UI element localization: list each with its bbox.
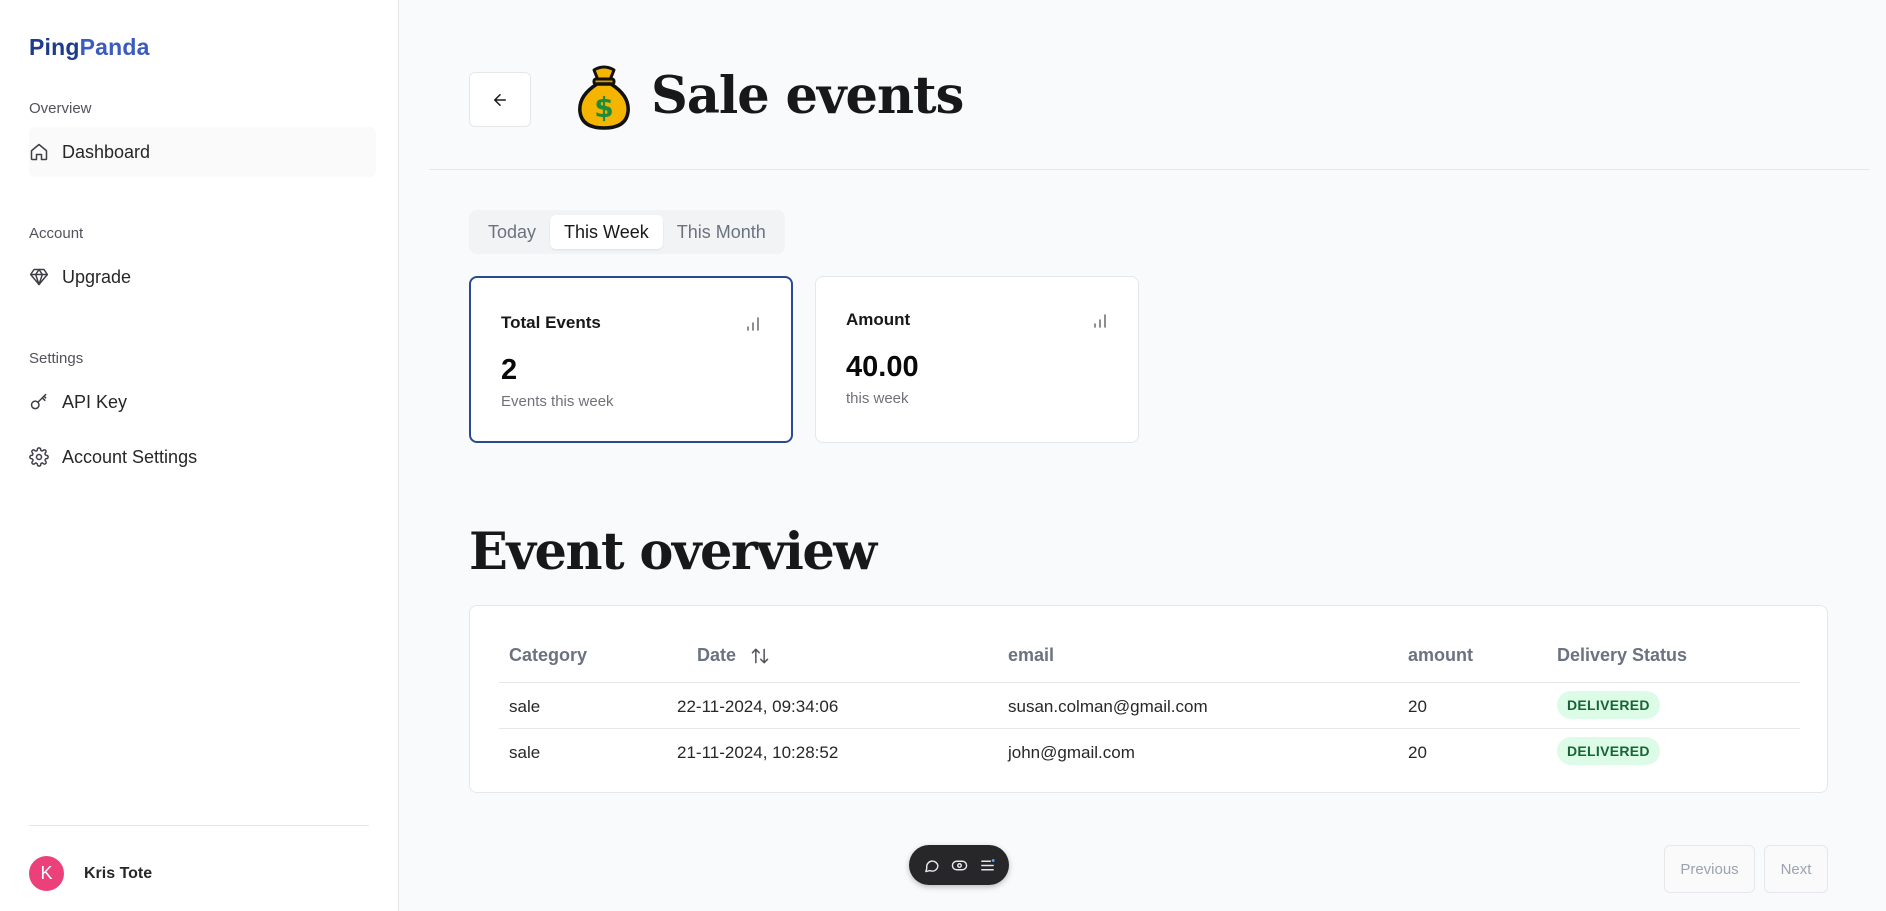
brand-name-second: Panda — [79, 34, 150, 60]
column-header-category[interactable]: Category — [509, 645, 587, 666]
cell-date: 22-11-2024, 09:34:06 — [677, 697, 839, 716]
card-title: Total Events — [501, 313, 601, 332]
floating-toolbar — [909, 845, 1009, 885]
sidebar-item-label: Upgrade — [62, 266, 132, 287]
nav-section-overview: Overview — [29, 100, 92, 117]
header-divider — [429, 169, 1869, 170]
sidebar-item-dashboard[interactable]: Dashboard — [29, 127, 376, 177]
tab-this-week[interactable]: This Week — [550, 215, 663, 249]
time-range-tabs: Today This Week This Month — [469, 210, 785, 254]
cell-date: 21-11-2024, 10:28:52 — [677, 743, 839, 762]
cell-category: sale — [509, 697, 541, 716]
brand-name-first: Ping — [29, 34, 80, 60]
eye-icon[interactable] — [950, 856, 968, 874]
gem-icon — [29, 267, 49, 287]
tab-this-month[interactable]: This Month — [663, 215, 780, 249]
money-bag-icon: $ — [578, 65, 630, 130]
column-header-date[interactable]: Date — [697, 645, 770, 666]
card-value: 2 — [501, 354, 518, 386]
bar-chart-icon — [1094, 314, 1106, 328]
card-subtitle: Events this week — [501, 393, 614, 410]
cell-email: john@gmail.com — [1008, 743, 1135, 762]
user-name: Kris Tote — [84, 864, 153, 882]
sidebar-item-account-settings[interactable]: Account Settings — [29, 432, 376, 482]
cell-amount: 20 — [1408, 697, 1427, 716]
sidebar-item-upgrade[interactable]: Upgrade — [29, 252, 376, 302]
back-button[interactable] — [469, 72, 531, 127]
key-icon — [29, 392, 49, 412]
amount-card[interactable]: Amount 40.00 this week — [815, 276, 1139, 443]
nav-section-account: Account — [29, 225, 84, 242]
avatar: K — [29, 856, 64, 891]
nav-section-settings: Settings — [29, 350, 84, 367]
column-header-amount[interactable]: amount — [1408, 645, 1473, 666]
menu-icon[interactable] — [978, 856, 996, 874]
section-title: Event overview — [469, 522, 877, 582]
sidebar: PingPanda Overview Dashboard Account Upg… — [0, 0, 399, 911]
row-divider — [499, 682, 1800, 683]
card-value: 40.00 — [846, 351, 919, 383]
user-profile[interactable]: K Kris Tote — [29, 856, 152, 891]
tab-today[interactable]: Today — [474, 215, 550, 249]
cell-category: sale — [509, 743, 541, 762]
arrow-left-icon — [494, 93, 506, 106]
next-button[interactable]: Next — [1764, 845, 1828, 893]
sort-icon[interactable] — [750, 646, 770, 666]
sidebar-item-label: Dashboard — [62, 141, 151, 162]
card-subtitle: this week — [846, 390, 909, 407]
column-header-delivery-status[interactable]: Delivery Status — [1557, 645, 1687, 666]
events-table: Category Date email amount Delivery Stat… — [469, 605, 1828, 793]
sidebar-item-label: API Key — [62, 391, 128, 412]
column-header-label: Date — [697, 645, 737, 665]
brand-logo[interactable]: PingPanda — [29, 34, 150, 61]
sidebar-item-label: Account Settings — [62, 446, 198, 467]
status-badge: DELIVERED — [1557, 737, 1660, 765]
cell-email: susan.colman@gmail.com — [1008, 697, 1208, 716]
bar-chart-icon — [747, 317, 759, 331]
main-content: $ Sale events Today This Week This Month… — [400, 0, 1886, 911]
status-badge: DELIVERED — [1557, 691, 1660, 719]
previous-button[interactable]: Previous — [1664, 845, 1755, 893]
sidebar-divider — [29, 825, 369, 826]
column-header-email[interactable]: email — [1008, 645, 1054, 666]
comment-icon[interactable] — [922, 856, 940, 874]
card-title: Amount — [846, 310, 911, 329]
gear-icon — [29, 447, 49, 467]
total-events-card[interactable]: Total Events 2 Events this week — [469, 276, 793, 443]
svg-text:$: $ — [594, 91, 613, 124]
home-icon — [29, 142, 49, 162]
sidebar-item-api-key[interactable]: API Key — [29, 377, 376, 427]
page-title: Sale events — [651, 66, 964, 126]
cell-amount: 20 — [1408, 743, 1427, 762]
row-divider — [499, 728, 1800, 729]
